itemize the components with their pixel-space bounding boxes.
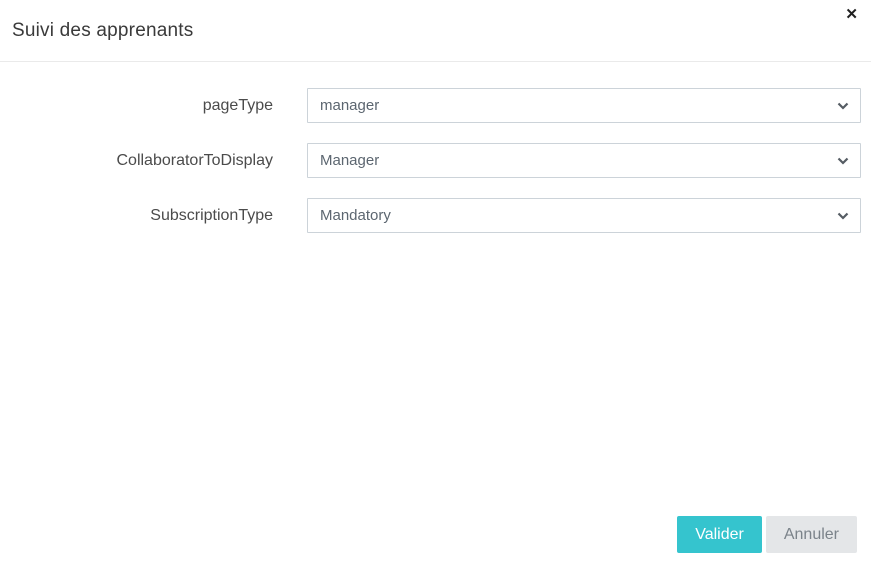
form-row-pagetype: pageType manager: [0, 88, 871, 123]
pagetype-select[interactable]: manager: [307, 88, 861, 123]
close-icon[interactable]: ✕: [843, 5, 860, 24]
dialog-body: pageType manager CollaboratorToDisplay M…: [0, 62, 871, 233]
collaborator-select-wrap: Manager: [307, 143, 861, 178]
cancel-button[interactable]: Annuler: [765, 516, 857, 553]
subscription-select-wrap: Mandatory: [307, 198, 861, 233]
dialog-title: Suivi des apprenants: [12, 19, 194, 41]
collaborator-label: CollaboratorToDisplay: [116, 151, 273, 169]
form-row-subscription: SubscriptionType Mandatory: [0, 198, 871, 233]
form-row-collaborator: CollaboratorToDisplay Manager: [0, 143, 871, 178]
pagetype-select-wrap: manager: [307, 88, 861, 123]
dialog-header: Suivi des apprenants: [0, 0, 871, 62]
learner-tracking-dialog: Suivi des apprenants ✕ pageType manager …: [0, 0, 871, 565]
subscription-select[interactable]: Mandatory: [307, 198, 861, 233]
pagetype-label: pageType: [202, 96, 273, 114]
subscription-label: SubscriptionType: [150, 206, 273, 224]
validate-button[interactable]: Valider: [677, 516, 762, 553]
dialog-footer: Valider Annuler: [677, 516, 857, 553]
collaborator-select[interactable]: Manager: [307, 143, 861, 178]
